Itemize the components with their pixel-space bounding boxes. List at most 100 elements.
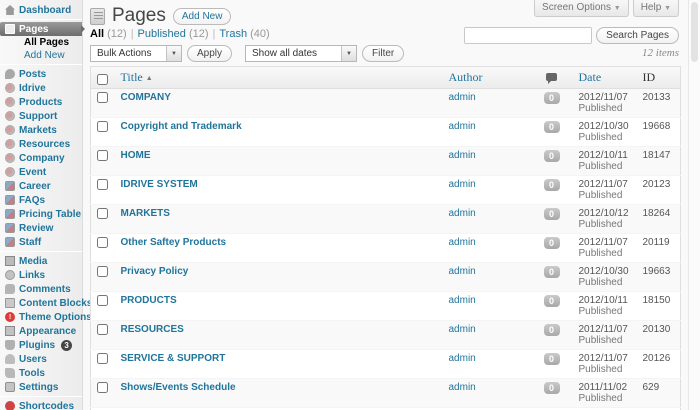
- select-all-checkbox[interactable]: [97, 74, 108, 86]
- status-value: Published: [578, 103, 623, 114]
- author-link[interactable]: admin: [449, 208, 476, 219]
- filter-link-all[interactable]: All (12): [90, 28, 127, 40]
- comment-count-badge[interactable]: 0: [543, 150, 560, 162]
- author-link[interactable]: admin: [449, 295, 476, 306]
- comment-count-badge[interactable]: 0: [543, 179, 560, 191]
- sidebar-item-faqs[interactable]: FAQs: [0, 193, 82, 207]
- author-link[interactable]: admin: [449, 382, 476, 393]
- sidebar-item-plugins[interactable]: Plugins 3: [0, 338, 82, 352]
- add-new-button[interactable]: Add New: [172, 7, 232, 25]
- page-title-link[interactable]: PRODUCTS: [121, 295, 177, 306]
- chevron-down-icon: ▼: [664, 5, 671, 12]
- sidebar-item-label: Plugins: [19, 339, 56, 351]
- author-link[interactable]: admin: [449, 92, 476, 103]
- row-checkbox[interactable]: [97, 92, 108, 103]
- page-title-link[interactable]: HOME: [121, 150, 151, 161]
- sidebar-item-content-blocks[interactable]: Content Blocks: [0, 296, 92, 310]
- apply-button[interactable]: Apply: [187, 45, 233, 62]
- page-title-link[interactable]: Other Saftey Products: [121, 237, 227, 248]
- sidebar-item-add-new[interactable]: Add New: [0, 49, 82, 62]
- sidebar-item-users[interactable]: Users: [0, 352, 82, 366]
- sidebar-separator: [0, 251, 82, 252]
- dates-filter-select[interactable]: Show all dates ▼: [245, 45, 358, 62]
- sidebar-item-support[interactable]: Support: [0, 109, 82, 123]
- scrollbar-thumb[interactable]: [691, 2, 698, 62]
- comment-count-badge[interactable]: 0: [543, 382, 560, 394]
- bulk-actions-select[interactable]: Bulk Actions ▼: [90, 45, 182, 62]
- author-link[interactable]: admin: [449, 150, 476, 161]
- row-checkbox[interactable]: [97, 208, 108, 219]
- row-checkbox[interactable]: [97, 382, 108, 393]
- comment-count-badge[interactable]: 0: [543, 208, 560, 220]
- sidebar-item-products[interactable]: Products: [0, 95, 82, 109]
- sidebar-item-media[interactable]: Media: [0, 254, 82, 268]
- sidebar-item-settings[interactable]: Settings: [0, 380, 82, 394]
- comment-count-badge[interactable]: 0: [543, 353, 560, 365]
- comment-count-badge[interactable]: 0: [543, 121, 560, 133]
- author-link[interactable]: admin: [449, 324, 476, 335]
- row-checkbox[interactable]: [97, 324, 108, 335]
- author-link[interactable]: admin: [449, 237, 476, 248]
- comment-count-badge[interactable]: 0: [543, 295, 560, 307]
- screen-options-button[interactable]: Screen Options ▼: [534, 0, 629, 17]
- filter-button[interactable]: Filter: [362, 45, 405, 62]
- sidebar-item-review[interactable]: Review: [0, 221, 82, 235]
- comment-count-badge[interactable]: 0: [543, 237, 560, 249]
- comment-count-badge[interactable]: 0: [543, 92, 560, 104]
- idrive-icon: [5, 83, 15, 93]
- row-checkbox[interactable]: [97, 121, 108, 132]
- sidebar-item-all-pages[interactable]: All Pages: [0, 36, 82, 49]
- page-title-link[interactable]: Shows/Events Schedule: [121, 382, 236, 393]
- filter-count: (40): [250, 27, 270, 40]
- filter-link-published[interactable]: Published (12): [138, 28, 209, 40]
- sidebar-item-pages[interactable]: Pages: [0, 22, 85, 36]
- author-link[interactable]: admin: [449, 179, 476, 190]
- row-checkbox[interactable]: [97, 353, 108, 364]
- filter-link-trash[interactable]: Trash (40): [219, 28, 269, 40]
- sidebar-item-appearance[interactable]: Appearance: [0, 324, 82, 338]
- row-id-cell: 20133: [642, 92, 671, 103]
- sidebar-menu: Dashboard Pages All Pages Add New Posts Idriv…: [0, 0, 92, 410]
- row-checkbox[interactable]: [97, 266, 108, 277]
- sidebar-item-theme-options[interactable]: ! Theme Options: [0, 310, 92, 324]
- column-author[interactable]: Author: [443, 67, 531, 89]
- column-date[interactable]: Date: [573, 67, 637, 89]
- comment-count-badge[interactable]: 0: [543, 324, 560, 336]
- sidebar-item-tools[interactable]: Tools: [0, 366, 82, 380]
- sidebar-item-markets[interactable]: Markets: [0, 123, 82, 137]
- sidebar-item-event[interactable]: Event: [0, 165, 82, 179]
- author-link[interactable]: admin: [449, 353, 476, 364]
- comment-count-badge[interactable]: 0: [543, 266, 560, 278]
- row-checkbox[interactable]: [97, 237, 108, 248]
- sidebar-item-links[interactable]: Links: [0, 268, 82, 282]
- page-title-link[interactable]: MARKETS: [121, 208, 170, 219]
- scrollbar[interactable]: [688, 0, 700, 410]
- comments-icon: [5, 284, 15, 294]
- author-link[interactable]: admin: [449, 121, 476, 132]
- row-checkbox[interactable]: [97, 295, 108, 306]
- sidebar-item-company[interactable]: Company: [0, 151, 82, 165]
- sidebar-item-comments[interactable]: Comments: [0, 282, 82, 296]
- main-content: Screen Options ▼ Help ▼ Pages Add New Se…: [84, 0, 687, 410]
- author-link[interactable]: admin: [449, 266, 476, 277]
- sidebar-item-idrive[interactable]: Idrive: [0, 81, 82, 95]
- sidebar-item-shortcodes[interactable]: Shortcodes: [0, 399, 82, 410]
- row-checkbox[interactable]: [97, 179, 108, 190]
- sidebar-item-pricing-table[interactable]: Pricing Table: [0, 207, 82, 221]
- page-title-link[interactable]: COMPANY: [121, 92, 171, 103]
- column-comments[interactable]: [531, 67, 573, 89]
- sidebar-item-resources[interactable]: Resources: [0, 137, 82, 151]
- column-title[interactable]: Title ▲: [115, 67, 443, 89]
- sidebar-item-dashboard[interactable]: Dashboard: [0, 3, 82, 17]
- page-title-link[interactable]: Copyright and Trademark: [121, 121, 242, 132]
- page-title-link[interactable]: IDRIVE SYSTEM: [121, 179, 198, 190]
- page-title-link[interactable]: Privacy Policy: [121, 266, 189, 277]
- row-checkbox[interactable]: [97, 150, 108, 161]
- page-title-link[interactable]: SERVICE & SUPPORT: [121, 353, 226, 364]
- sidebar-item-staff[interactable]: Staff: [0, 235, 82, 249]
- sidebar-item-career[interactable]: Career: [0, 179, 82, 193]
- sidebar-item-posts[interactable]: Posts: [0, 67, 82, 81]
- sidebar-separator: [0, 64, 82, 65]
- page-title-link[interactable]: RESOURCES: [121, 324, 184, 335]
- help-button[interactable]: Help ▼: [632, 0, 679, 17]
